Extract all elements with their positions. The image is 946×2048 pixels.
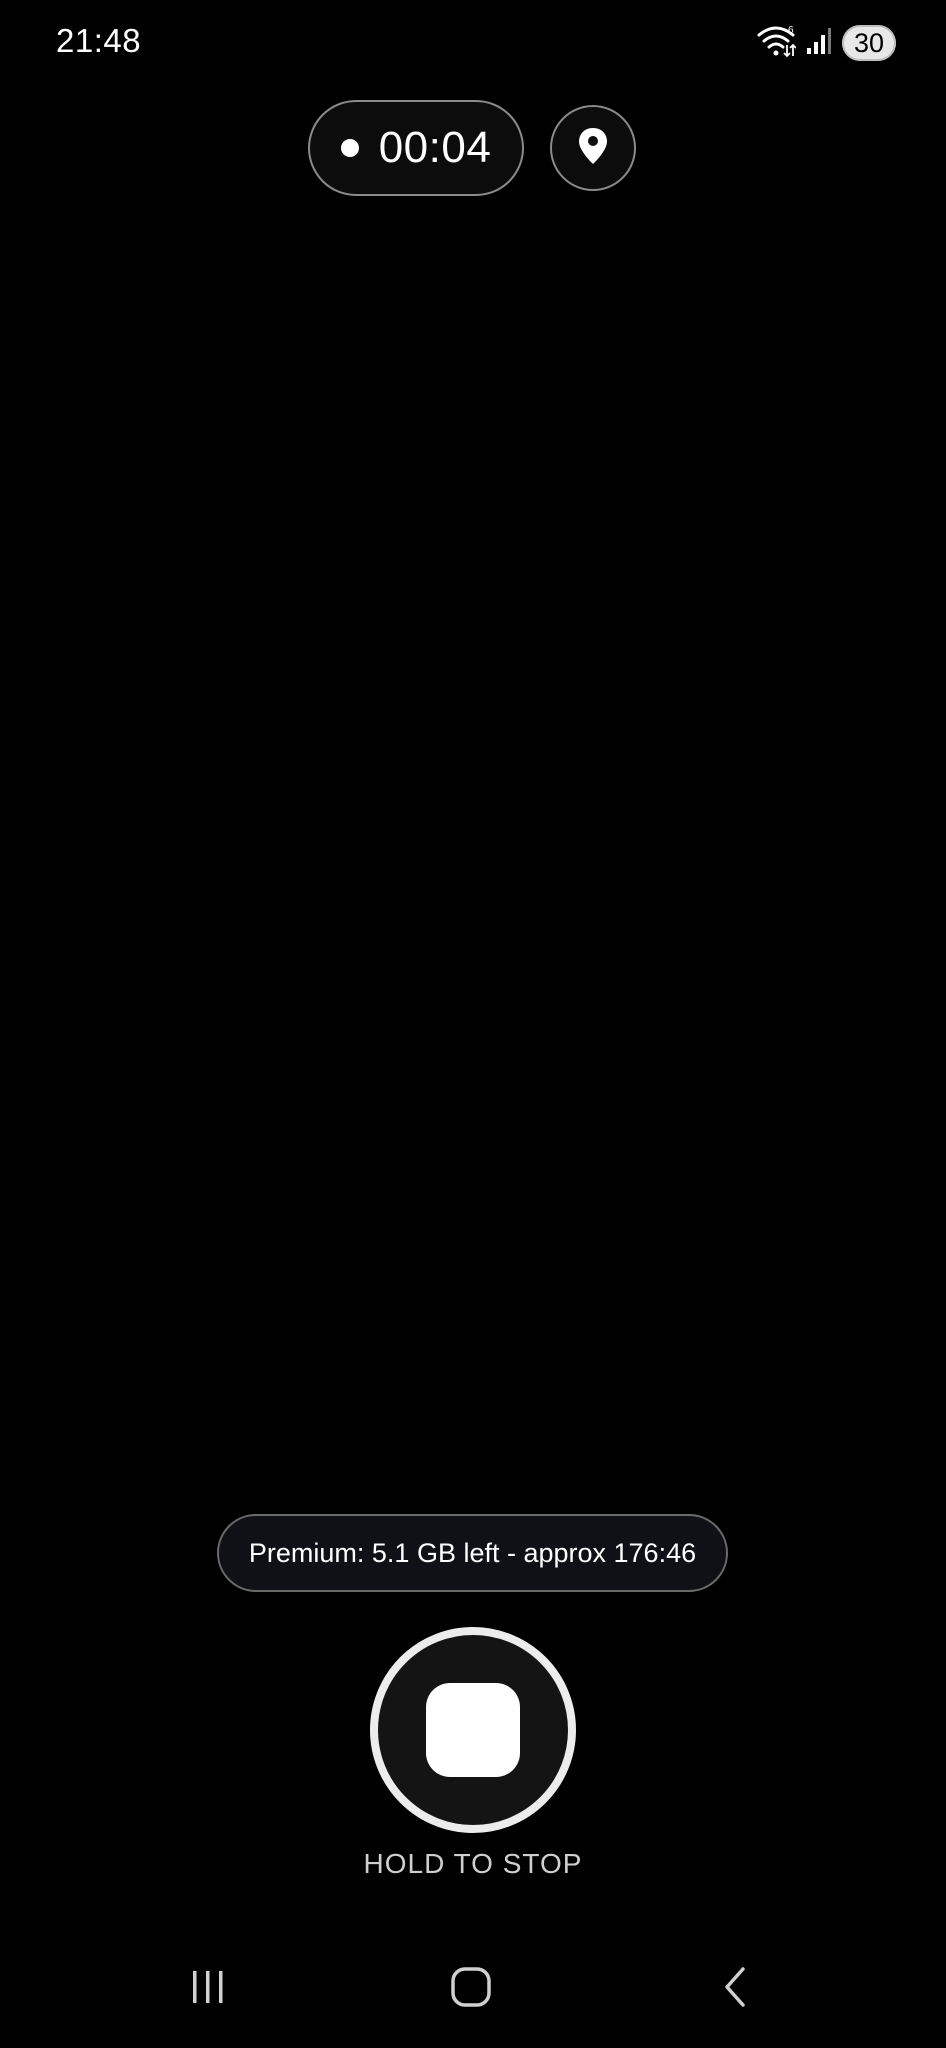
- storage-text: Premium: 5.1 GB left - approx 176:46: [248, 1537, 697, 1568]
- hold-to-stop-label: HOLD TO STOP: [363, 1848, 583, 1879]
- navigation-bar: [0, 1950, 946, 2030]
- status-time: 21:48: [56, 22, 142, 59]
- recent-apps-icon: [188, 1967, 228, 2012]
- stop-icon: [426, 1683, 520, 1777]
- svg-text:6: 6: [788, 25, 794, 36]
- status-bar: 21:48 6 30: [0, 0, 946, 90]
- status-icons: 6 30: [756, 22, 896, 64]
- battery-level: 30: [853, 27, 885, 58]
- storage-info: Premium: 5.1 GB left - approx 176:46: [217, 1514, 728, 1592]
- signal-icon: [806, 26, 832, 61]
- home-button[interactable]: [441, 1964, 501, 2014]
- recording-timer: 00:04: [308, 100, 524, 196]
- recent-apps-button[interactable]: [178, 1964, 238, 2014]
- elapsed-time: 00:04: [378, 123, 492, 172]
- battery-icon: 30: [842, 25, 896, 61]
- location-pin-icon: [577, 126, 609, 171]
- location-button[interactable]: [550, 105, 636, 191]
- wifi-icon: 6: [756, 23, 797, 64]
- record-dot-icon: [340, 139, 359, 157]
- back-icon: [721, 1965, 751, 2014]
- back-button[interactable]: [706, 1964, 766, 2014]
- stop-recording-button[interactable]: [370, 1627, 576, 1833]
- home-icon: [450, 1966, 492, 2013]
